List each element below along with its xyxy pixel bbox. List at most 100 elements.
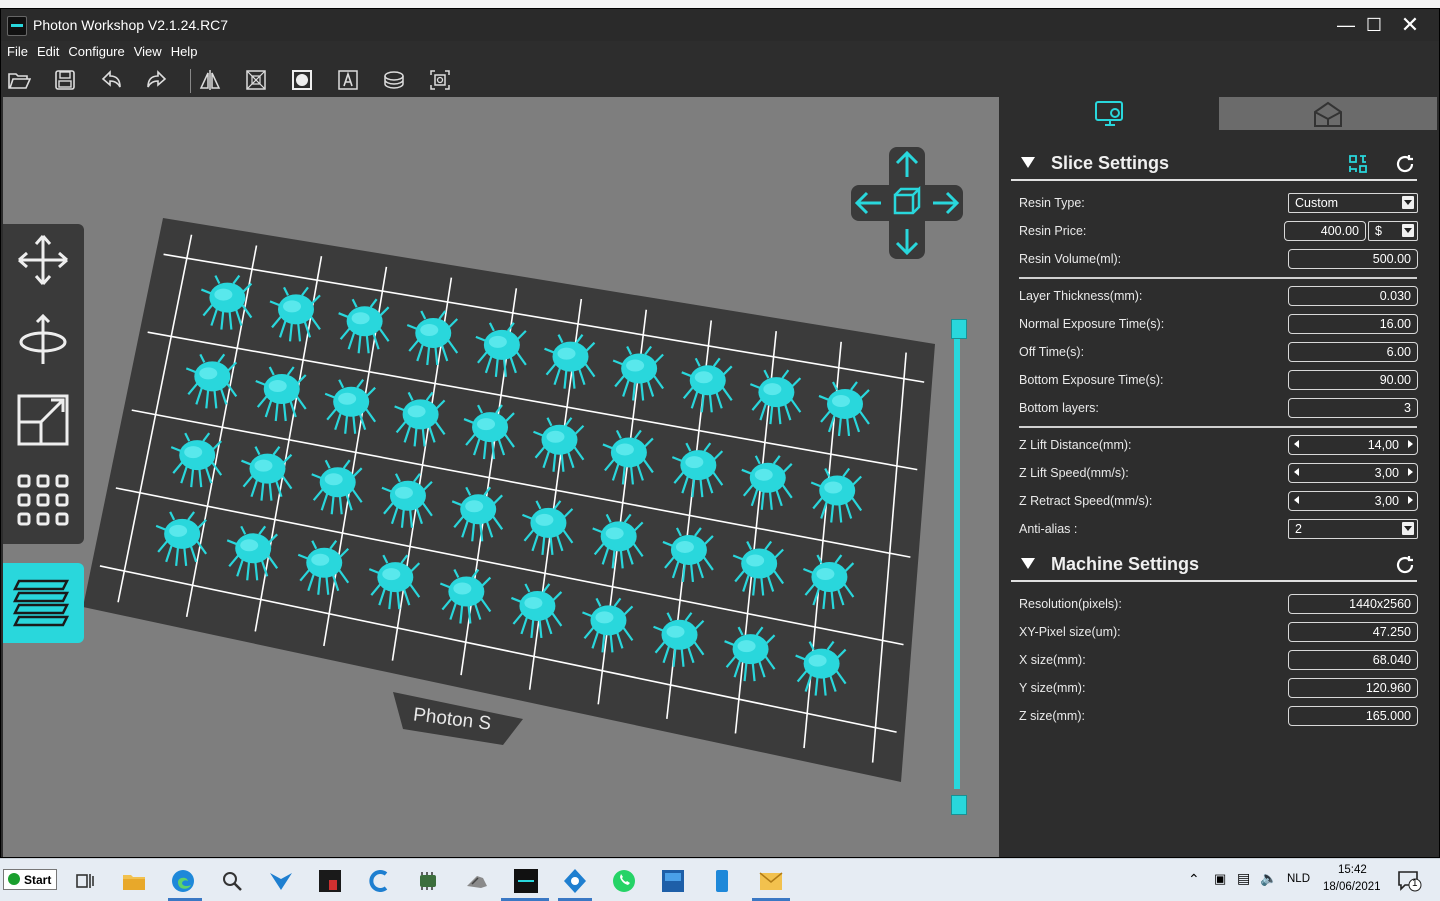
mail-app-icon[interactable] — [758, 868, 784, 894]
chevron-down-icon — [1402, 196, 1414, 209]
search-icon[interactable] — [219, 868, 245, 894]
menu-help[interactable]: Help — [168, 41, 201, 59]
maximize-button[interactable]: ☐ — [1361, 13, 1387, 37]
reset-slice-icon[interactable] — [1394, 153, 1416, 175]
hollow-icon[interactable] — [244, 68, 268, 92]
language-indicator[interactable]: NLD — [1287, 873, 1310, 885]
bottom-exposure-input[interactable]: 90.00 — [1288, 370, 1418, 390]
layer-slider[interactable] — [951, 319, 967, 819]
z-retract-speed-row: Z Retract Speed(mm/s): 3,00 — [1019, 491, 1419, 513]
app-window: Photon Workshop V2.1.24.RC7 — ☐ ✕ File Ed… — [0, 8, 1440, 858]
increment-arrow-icon[interactable] — [1408, 496, 1413, 504]
array-icon[interactable] — [13, 470, 73, 530]
settings-panel: Slice Settings Resin Type: Custom Resin … — [999, 97, 1439, 857]
view-navigation-cube[interactable] — [851, 147, 963, 259]
collapse-triangle-icon — [1021, 558, 1035, 569]
xy-pixel-row: XY-Pixel size(um): 47.250 — [1019, 622, 1419, 644]
esu-app-icon[interactable] — [660, 868, 686, 894]
solid-icon[interactable] — [290, 68, 314, 92]
screenshot-icon[interactable] — [428, 68, 452, 92]
menu-edit[interactable]: Edit — [34, 41, 62, 59]
start-button[interactable]: Start — [3, 869, 57, 890]
whatsapp-icon[interactable] — [611, 868, 637, 894]
slice-settings-header[interactable]: Slice Settings — [1011, 151, 1417, 181]
task-view-icon[interactable] — [72, 868, 98, 894]
redo-icon[interactable] — [145, 68, 169, 92]
normal-exposure-input[interactable]: 16.00 — [1288, 314, 1418, 334]
x-size-input[interactable]: 68.040 — [1288, 650, 1418, 670]
c-app-icon[interactable] — [366, 868, 392, 894]
section-divider — [1019, 426, 1417, 428]
pickit-icon[interactable] — [317, 868, 343, 894]
photon-workshop-taskbar-icon[interactable] — [513, 868, 539, 894]
menu-configure[interactable]: Configure — [65, 41, 127, 59]
build-plate — [83, 218, 935, 782]
anti-alias-select[interactable]: 2 — [1288, 519, 1418, 539]
chip-app-icon[interactable] — [415, 868, 441, 894]
open-file-icon[interactable] — [7, 68, 32, 92]
increment-arrow-icon[interactable] — [1408, 440, 1413, 448]
layer-slider-bottom-handle[interactable] — [951, 795, 967, 815]
scale-icon[interactable] — [13, 390, 73, 450]
resolution-row: Resolution(pixels): 1440x2560 — [1019, 594, 1419, 616]
z-retract-speed-spinbox[interactable]: 3,00 — [1288, 491, 1418, 511]
edge-browser-icon[interactable] — [170, 868, 196, 894]
phone-app-icon[interactable] — [709, 868, 735, 894]
rotate-icon[interactable] — [13, 310, 73, 370]
decrement-arrow-icon[interactable] — [1294, 440, 1299, 448]
resin-price-input[interactable]: 400.00 — [1284, 221, 1366, 241]
normal-exposure-row: Normal Exposure Time(s): 16.00 — [1019, 314, 1419, 336]
machine-settings-header[interactable]: Machine Settings — [1011, 552, 1417, 582]
decrement-arrow-icon[interactable] — [1294, 496, 1299, 504]
xy-pixel-input[interactable]: 47.250 — [1288, 622, 1418, 642]
tab-model-info[interactable] — [1219, 97, 1437, 130]
menu-bar: File Edit Configure View Help — [1, 41, 1439, 63]
network-icon[interactable]: ▤ — [1237, 870, 1250, 887]
file-explorer-icon[interactable] — [121, 868, 147, 894]
layout-icon[interactable] — [1347, 153, 1369, 175]
resin-type-row: Resin Type: Custom — [1019, 193, 1419, 215]
minimize-button[interactable]: — — [1333, 13, 1359, 37]
tool-app-icon[interactable] — [464, 868, 490, 894]
layers-preview-button[interactable] — [3, 563, 84, 643]
volume-icon[interactable]: 🔈 — [1260, 870, 1277, 887]
layer-slider-top-handle[interactable] — [951, 319, 967, 339]
resin-volume-input[interactable]: 500.00 — [1288, 249, 1418, 269]
3d-viewport[interactable]: Photon S — [3, 97, 999, 857]
mirror-icon[interactable] — [198, 68, 222, 92]
bottom-layers-input[interactable]: 3 — [1288, 398, 1418, 418]
layer-thickness-input[interactable]: 0.030 — [1288, 286, 1418, 306]
vector-app-icon[interactable] — [268, 868, 294, 894]
currency-select[interactable]: $ — [1368, 221, 1418, 241]
notification-center-icon[interactable]: 1 — [1396, 869, 1424, 893]
slice-icon[interactable] — [382, 68, 406, 92]
text-icon[interactable] — [336, 68, 360, 92]
close-button[interactable]: ✕ — [1397, 13, 1423, 37]
clock-time[interactable]: 15:42 — [1338, 864, 1367, 876]
z-lift-speed-spinbox[interactable]: 3,00 — [1288, 463, 1418, 483]
reset-machine-icon[interactable] — [1394, 554, 1416, 576]
monitor-settings-icon — [1095, 101, 1123, 126]
menu-file[interactable]: File — [4, 41, 31, 59]
z-lift-distance-spinbox[interactable]: 14,00 — [1288, 435, 1418, 455]
resolution-input[interactable]: 1440x2560 — [1288, 594, 1418, 614]
show-hidden-icons[interactable]: ⌃ — [1188, 871, 1200, 888]
meet-now-icon[interactable]: ▣ — [1214, 871, 1226, 887]
z-lift-speed-row: Z Lift Speed(mm/s): 3,00 — [1019, 463, 1419, 485]
tab-slice-settings[interactable] — [999, 97, 1219, 130]
off-time-input[interactable]: 6.00 — [1288, 342, 1418, 362]
menu-view[interactable]: View — [131, 41, 165, 59]
move-icon[interactable] — [13, 230, 73, 290]
left-tool-panel — [3, 224, 84, 544]
save-icon[interactable] — [53, 68, 77, 92]
chevron-down-icon — [1402, 224, 1414, 237]
decrement-arrow-icon[interactable] — [1294, 468, 1299, 476]
y-size-row: Y size(mm): 120.960 — [1019, 678, 1419, 700]
clock-date[interactable]: 18/06/2021 — [1323, 881, 1381, 893]
blue-app-icon[interactable] — [562, 868, 588, 894]
y-size-input[interactable]: 120.960 — [1288, 678, 1418, 698]
resin-type-select[interactable]: Custom — [1288, 193, 1418, 213]
increment-arrow-icon[interactable] — [1408, 468, 1413, 476]
z-size-input[interactable]: 165.000 — [1288, 706, 1418, 726]
undo-icon[interactable] — [99, 68, 123, 92]
